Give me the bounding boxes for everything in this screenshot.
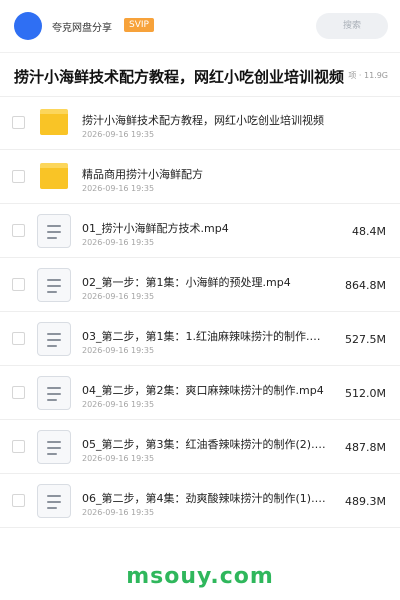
app-name: 夸克网盘分享 [52, 23, 112, 34]
file-name[interactable]: 精品商用捞汁小海鲜配方 [82, 166, 330, 182]
watermark-text: msouy.com [126, 564, 274, 589]
file-size: 487.8M [345, 441, 386, 454]
select-checkbox[interactable] [12, 386, 25, 399]
select-checkbox[interactable] [12, 332, 25, 345]
document-icon [37, 430, 71, 464]
file-size: 512.0M [345, 387, 386, 400]
file-date: 2026-09-16 19:35 [82, 508, 155, 517]
select-checkbox[interactable] [12, 278, 25, 291]
file-date: 2026-09-16 19:35 [82, 130, 155, 139]
file-name[interactable]: 捞汁小海鲜技术配方教程，网红小吃创业培训视频 [82, 112, 330, 128]
document-icon [37, 214, 71, 248]
file-row[interactable]: 05_第二步，第3集：红油香辣味捞汁的制作(2).mp4 2026-09-16 1… [0, 420, 400, 474]
select-checkbox[interactable] [12, 170, 25, 183]
file-name[interactable]: 05_第二步，第3集：红油香辣味捞汁的制作(2).mp4 [82, 436, 330, 452]
avatar[interactable] [14, 12, 42, 40]
document-icon [37, 268, 71, 302]
file-date: 2026-09-16 19:35 [82, 346, 155, 355]
select-checkbox[interactable] [12, 224, 25, 237]
document-icon [37, 376, 71, 410]
folder-icon [40, 109, 68, 135]
folder-title-row: 捞汁小海鲜技术配方教程，网红小吃创业培训视频 项 · 11.9G [0, 60, 400, 92]
file-row[interactable]: 精品商用捞汁小海鲜配方 2026-09-16 19:35 [0, 150, 400, 204]
file-date: 2026-09-16 19:35 [82, 292, 155, 301]
svip-badge: SVIP [124, 18, 154, 32]
file-row[interactable]: 捞汁小海鲜技术配方教程，网红小吃创业培训视频 2026-09-16 19:35 [0, 96, 400, 150]
file-date: 2026-09-16 19:35 [82, 184, 155, 193]
file-date: 2026-09-16 19:35 [82, 238, 155, 247]
select-checkbox[interactable] [12, 440, 25, 453]
file-row[interactable]: 04_第二步，第2集：爽口麻辣味捞汁的制作.mp4 2026-09-16 19:3… [0, 366, 400, 420]
file-row[interactable]: 01_捞汁小海鲜配方技术.mp4 2026-09-16 19:35 48.4M [0, 204, 400, 258]
file-name[interactable]: 04_第二步，第2集：爽口麻辣味捞汁的制作.mp4 [82, 382, 330, 398]
file-row[interactable]: 02_第一步：第1集：小海鲜的预处理.mp4 2026-09-16 19:35 86… [0, 258, 400, 312]
page-title: 捞汁小海鲜技术配方教程，网红小吃创业培训视频 [14, 68, 345, 86]
select-checkbox[interactable] [12, 116, 25, 129]
document-icon [37, 484, 71, 518]
top-bar: 夸克网盘分享 SVIP 搜索 [0, 0, 400, 52]
file-name[interactable]: 03_第二步，第1集：1.红油麻辣味捞汁的制作.mp4 [82, 328, 330, 344]
search-input[interactable]: 搜索 [316, 13, 388, 39]
file-name[interactable]: 01_捞汁小海鲜配方技术.mp4 [82, 220, 330, 236]
file-name[interactable]: 02_第一步：第1集：小海鲜的预处理.mp4 [82, 274, 330, 290]
file-size: 527.5M [345, 333, 386, 346]
file-date: 2026-09-16 19:35 [82, 400, 155, 409]
file-row[interactable]: 03_第二步，第1集：1.红油麻辣味捞汁的制作.mp4 2026-09-16 19… [0, 312, 400, 366]
file-list: 捞汁小海鲜技术配方教程，网红小吃创业培训视频 2026-09-16 19:35 精品… [0, 96, 400, 528]
divider [0, 52, 400, 53]
file-size: 489.3M [345, 495, 386, 508]
file-date: 2026-09-16 19:35 [82, 454, 155, 463]
folder-icon [40, 163, 68, 189]
select-checkbox[interactable] [12, 494, 25, 507]
document-icon [37, 322, 71, 356]
file-size: 864.8M [345, 279, 386, 292]
file-row[interactable]: 06_第二步，第4集：劲爽酸辣味捞汁的制作(1).mp4 2026-09-16 1… [0, 474, 400, 528]
folder-meta: 项 · 11.9G [346, 70, 388, 81]
file-size: 48.4M [352, 225, 386, 238]
file-name[interactable]: 06_第二步，第4集：劲爽酸辣味捞汁的制作(1).mp4 [82, 490, 330, 506]
